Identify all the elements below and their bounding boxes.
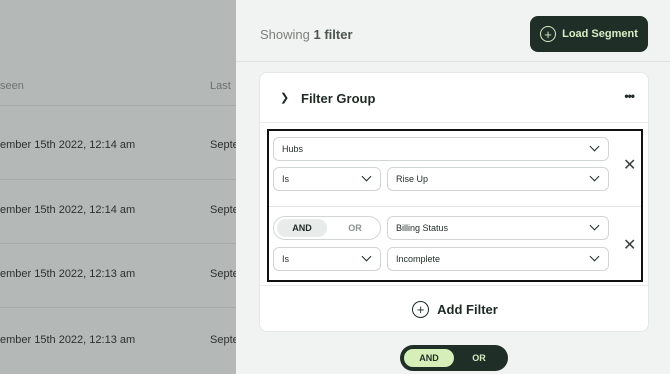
property-value: Hubs <box>282 144 304 154</box>
showing-count: 1 filter <box>313 27 353 42</box>
table-cell: Septe <box>210 204 236 216</box>
chevron-down-icon <box>589 171 600 182</box>
filters-container: Hubs Is Rise Up ✕ AND OR Billing Status <box>267 129 643 282</box>
table-row: ember 15th 2022, 12:13 am Septe <box>0 308 236 374</box>
collapse-chevron-icon[interactable]: ❯ <box>280 91 289 104</box>
or-option[interactable]: OR <box>454 353 504 363</box>
operator-value: Is <box>282 254 290 264</box>
chevron-down-icon <box>589 141 600 152</box>
table-cell: ember 15th 2022, 12:14 am <box>0 139 136 151</box>
filter-group-header: ❯ Filter Group ••• <box>260 73 650 123</box>
operator-select[interactable]: Is <box>273 247 381 271</box>
chevron-down-icon <box>589 251 600 262</box>
more-icon[interactable]: ••• <box>624 89 635 103</box>
value-select[interactable]: Rise Up <box>387 167 609 191</box>
load-segment-button[interactable]: + Load Segment <box>530 16 648 52</box>
table-header-row: seen Last <box>0 66 236 106</box>
property-select[interactable]: Hubs <box>273 137 609 161</box>
or-option[interactable]: OR <box>330 223 380 233</box>
showing-label: Showing <box>260 27 310 42</box>
table-cell: ember 15th 2022, 12:13 am <box>0 268 136 280</box>
operator-select[interactable]: Is <box>273 167 381 191</box>
filter-panel: Showing 1 filter + Load Segment ❯ Filter… <box>236 0 670 374</box>
table-row: ember 15th 2022, 12:14 am Septe <box>0 106 236 180</box>
property-value: Billing Status <box>396 223 449 233</box>
value-select[interactable]: Incomplete <box>387 247 609 271</box>
table-cell: Septe <box>210 334 236 346</box>
table-header-seen: seen <box>0 80 24 92</box>
filter-group-card: ❯ Filter Group ••• Hubs Is Rise Up ✕ AND <box>259 72 650 333</box>
load-segment-label: Load Segment <box>562 28 638 40</box>
divider <box>269 206 641 207</box>
close-icon[interactable]: ✕ <box>623 238 636 254</box>
filter-count-text: Showing 1 filter <box>260 27 353 42</box>
panel-header: Showing 1 filter + Load Segment <box>236 0 670 62</box>
value-value: Incomplete <box>396 254 441 264</box>
table-row: ember 15th 2022, 12:14 am Septe <box>0 180 236 244</box>
value-value: Rise Up <box>396 174 429 184</box>
and-option[interactable]: AND <box>404 349 454 367</box>
table-row: ember 15th 2022, 12:13 am Septe <box>0 244 236 308</box>
chevron-down-icon <box>589 220 600 231</box>
operator-value: Is <box>282 174 290 184</box>
plus-circle-icon: + <box>540 26 557 42</box>
group-and-or-toggle[interactable]: AND OR <box>400 345 508 371</box>
background-table: seen Last ember 15th 2022, 12:14 am Sept… <box>0 0 236 374</box>
plus-circle-icon: + <box>412 301 430 318</box>
property-select[interactable]: Billing Status <box>387 216 609 240</box>
table-cell: ember 15th 2022, 12:14 am <box>0 204 136 216</box>
table-cell: Septe <box>210 139 236 151</box>
table-header-last: Last <box>210 80 231 92</box>
and-or-toggle[interactable]: AND OR <box>273 216 381 240</box>
and-option[interactable]: AND <box>277 219 327 237</box>
add-filter-button[interactable]: + Add Filter <box>260 285 650 333</box>
chevron-down-icon <box>361 251 372 262</box>
filter-group-title: Filter Group <box>301 91 376 106</box>
close-icon[interactable]: ✕ <box>623 158 636 174</box>
table-cell: ember 15th 2022, 12:13 am <box>0 334 136 346</box>
add-filter-label: Add Filter <box>437 302 498 317</box>
chevron-down-icon <box>361 171 372 182</box>
table-cell: Septe <box>210 268 236 280</box>
